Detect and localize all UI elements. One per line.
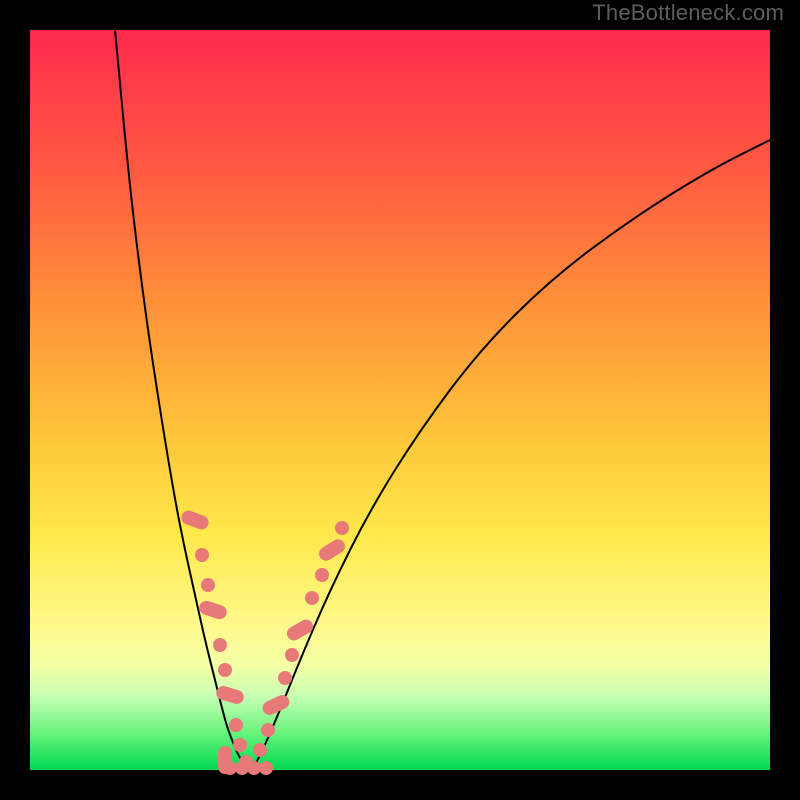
watermark-text: TheBottleneck.com [592,0,784,26]
chart-marker [315,568,329,582]
chart-marker [316,537,347,564]
right-branch-curve [255,140,770,765]
chart-marker [215,684,246,705]
chart-marker [278,671,292,685]
chart-marker [195,548,209,562]
chart-marker [229,718,243,732]
chart-marker [305,591,319,605]
curve-layer [115,30,770,765]
chart-marker [198,599,229,621]
chart-marker [261,723,275,737]
chart-marker [335,521,349,535]
chart-marker [218,663,232,677]
chart-marker [259,761,273,775]
chart-marker [284,617,315,643]
chart-svg [30,30,770,770]
chart-marker [285,648,299,662]
chart-marker [247,761,261,775]
chart-marker [253,743,267,757]
outer-frame: TheBottleneck.com [0,0,800,800]
left-branch-curve [115,30,245,765]
chart-marker [201,578,215,592]
chart-plot-area [30,30,770,770]
chart-marker [235,761,249,775]
chart-marker [218,746,232,774]
chart-marker [260,693,291,718]
chart-marker [213,638,227,652]
chart-marker [233,738,247,752]
chart-marker [179,509,210,532]
